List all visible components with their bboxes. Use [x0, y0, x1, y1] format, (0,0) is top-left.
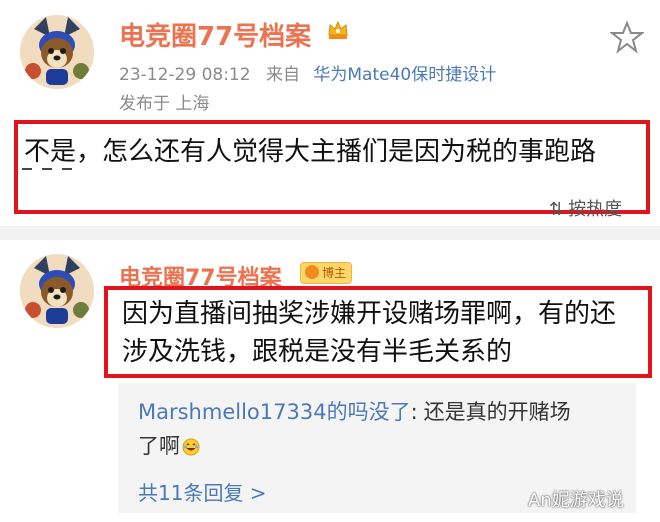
comment-text: 不是，怎么还有人觉得大主播们是因为税的事跑路 — [24, 137, 597, 167]
sort-button[interactable]: ⇅ 按热度 — [549, 195, 622, 221]
reply-text: 还是真的开赌场 — [423, 400, 571, 424]
laugh-emoji-icon — [182, 438, 200, 456]
more-replies-link[interactable]: 共11条回复 > — [138, 477, 267, 506]
location: 发布于 上海 — [119, 94, 210, 114]
comment-text: 因为直播间抽奖涉嫌开设赌场罪啊，有的还 — [122, 299, 617, 329]
owner-badge-label: 博主 — [322, 266, 347, 280]
reply-line: 了啊 — [138, 429, 200, 463]
reply-text: 了啊 — [138, 434, 180, 458]
sort-label: 按热度 — [568, 199, 623, 220]
reply-separator: : — [410, 400, 418, 424]
crown-icon — [305, 265, 319, 279]
source-prefix: 来自 — [265, 65, 300, 85]
owner-badge: 博主 — [300, 262, 353, 284]
device-link[interactable]: 华为Mate40保时捷设计 — [313, 65, 496, 85]
avatar[interactable] — [20, 254, 94, 328]
section-divider — [0, 226, 660, 240]
clipped-text-fragment — [22, 168, 92, 180]
timestamp: 23-12-29 08:12 — [119, 65, 251, 85]
comment-text: 涉及洗钱，跟税是没有半毛关系的 — [122, 337, 513, 367]
username[interactable]: 电竞圈77号档案 — [119, 16, 311, 53]
reply-line: Marshmello17334的吗没了: 还是真的开赌场 — [138, 395, 571, 429]
reply-author[interactable]: Marshmello17334的吗没了 — [138, 400, 411, 424]
comment-meta: 23-12-29 08:12 来自 华为Mate40保时捷设计 — [119, 60, 496, 85]
star-icon[interactable] — [610, 20, 644, 54]
watermark: An妮游戏说 — [528, 490, 624, 511]
crown-icon — [328, 20, 348, 39]
avatar[interactable] — [20, 15, 94, 89]
sort-icon: ⇅ — [549, 199, 565, 220]
